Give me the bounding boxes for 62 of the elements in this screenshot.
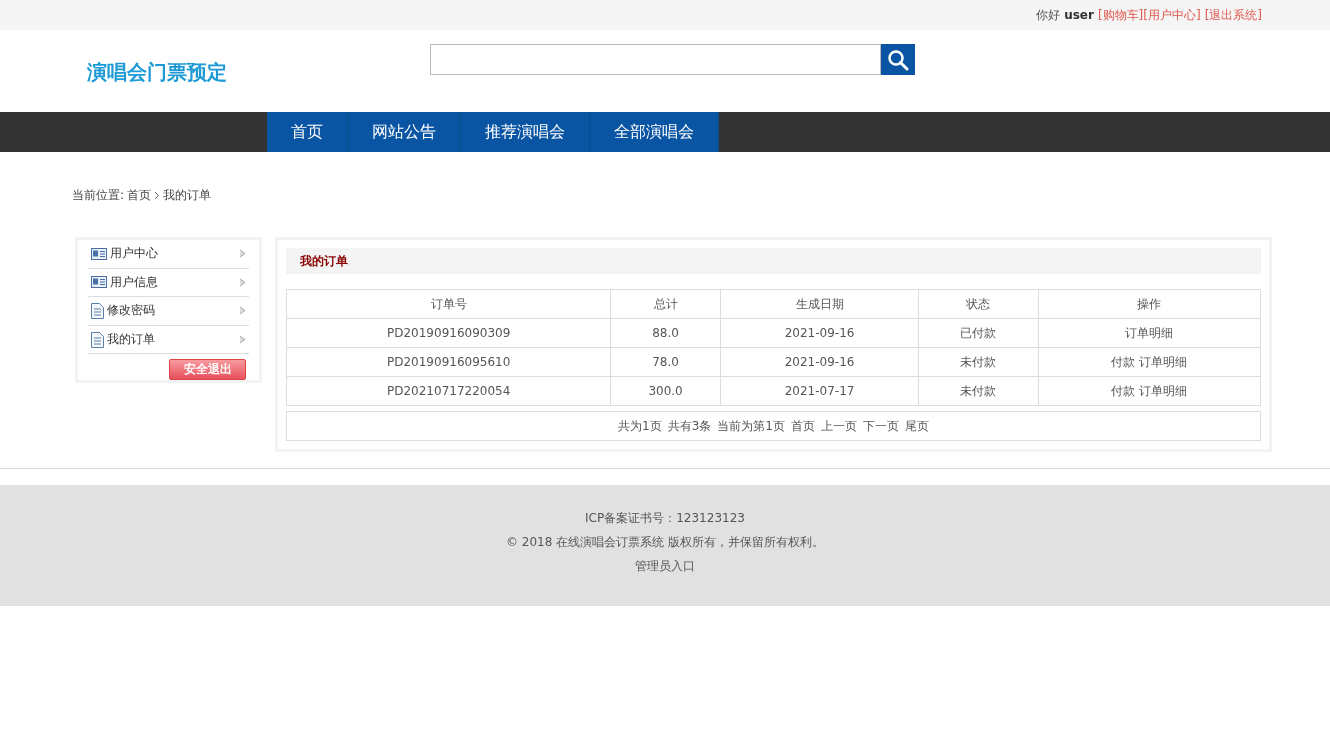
sidebar-item[interactable]: 修改密码: [88, 297, 249, 326]
table-cell: 未付款: [918, 376, 1039, 406]
column-header: 操作: [1038, 289, 1261, 319]
breadcrumb-link[interactable]: 我的订单: [163, 186, 212, 204]
pager-text: 当前为第1页: [717, 417, 785, 435]
top-link[interactable]: [退出系统]: [1204, 6, 1262, 24]
table-cell: 2021-07-17: [720, 376, 919, 406]
search-field[interactable]: [430, 44, 881, 75]
table-cell: 2021-09-16: [720, 347, 919, 377]
pager-text: 下一页: [862, 417, 899, 435]
nav-tab[interactable]: 首页: [267, 112, 348, 152]
pager-text: 共有3条: [667, 417, 712, 435]
breadcrumb-link[interactable]: 首页: [127, 186, 152, 204]
table-cell: 未付款: [918, 347, 1039, 377]
table-cell: 88.0: [610, 318, 721, 348]
arrow-icon: [239, 335, 247, 344]
document-icon: [91, 331, 104, 348]
chevron-icon: [154, 190, 161, 200]
arrow-icon: [239, 277, 247, 287]
search-icon: [887, 48, 909, 71]
username-text: user: [1064, 8, 1094, 22]
column-header: 状态: [918, 289, 1039, 319]
pager-text: 尾页: [904, 417, 929, 435]
arrow-icon: [239, 306, 247, 316]
table-cell: 300.0: [610, 376, 721, 406]
action-link[interactable]: 订单明细: [1125, 324, 1174, 342]
action-link[interactable]: 付款: [1111, 353, 1136, 371]
column-header: 生成日期: [720, 289, 919, 319]
document-icon: [91, 302, 104, 319]
admin-link[interactable]: 管理员入口: [635, 557, 695, 575]
footer-text: ICP备案证书号：123123123: [585, 510, 745, 527]
search-button[interactable]: [881, 44, 915, 75]
pager-text: 首页: [790, 417, 815, 435]
table-cell: PD20190916095610: [286, 347, 611, 377]
sidebar-item[interactable]: 我的订单: [88, 325, 249, 355]
table-cell: 已付款: [918, 318, 1039, 348]
table-cell: 2021-09-16: [720, 318, 919, 348]
action-link[interactable]: 付款: [1111, 382, 1136, 400]
panel-title: 我的订单: [286, 248, 1261, 274]
id-card-icon: [91, 276, 107, 289]
nav-tab[interactable]: 全部演唱会: [590, 112, 719, 152]
breadcrumb-label: 当前位置:: [72, 186, 125, 204]
nav-tab[interactable]: 推荐演唱会: [461, 112, 590, 152]
footer-text: © 2018 在线演唱会订票系统 版权所有，并保留所有权利。: [506, 534, 824, 551]
action-link[interactable]: 订单明细: [1139, 382, 1188, 400]
column-header: 总计: [610, 289, 721, 319]
nav-tab[interactable]: 网站公告: [348, 112, 461, 152]
top-link[interactable]: [购物车]: [1097, 6, 1144, 24]
greeting-text: 你好: [1036, 6, 1061, 24]
pager-text: 共为1页: [618, 417, 662, 435]
action-link[interactable]: 订单明细: [1139, 353, 1188, 371]
sidebar-item[interactable]: 用户中心: [88, 240, 249, 269]
site-logo: 演唱会门票预定: [87, 59, 228, 86]
table-cell: 78.0: [610, 347, 721, 377]
pager-text: 上一页: [820, 417, 857, 435]
table-cell: PD20210717220054: [286, 376, 611, 406]
sidebar-item[interactable]: 用户信息: [88, 268, 249, 298]
arrow-icon: [239, 249, 247, 259]
table-cell: PD20190916090309: [286, 318, 611, 348]
column-header: 订单号: [286, 289, 611, 319]
top-link[interactable]: [用户中心]: [1143, 6, 1201, 24]
id-card-icon: [91, 247, 107, 260]
